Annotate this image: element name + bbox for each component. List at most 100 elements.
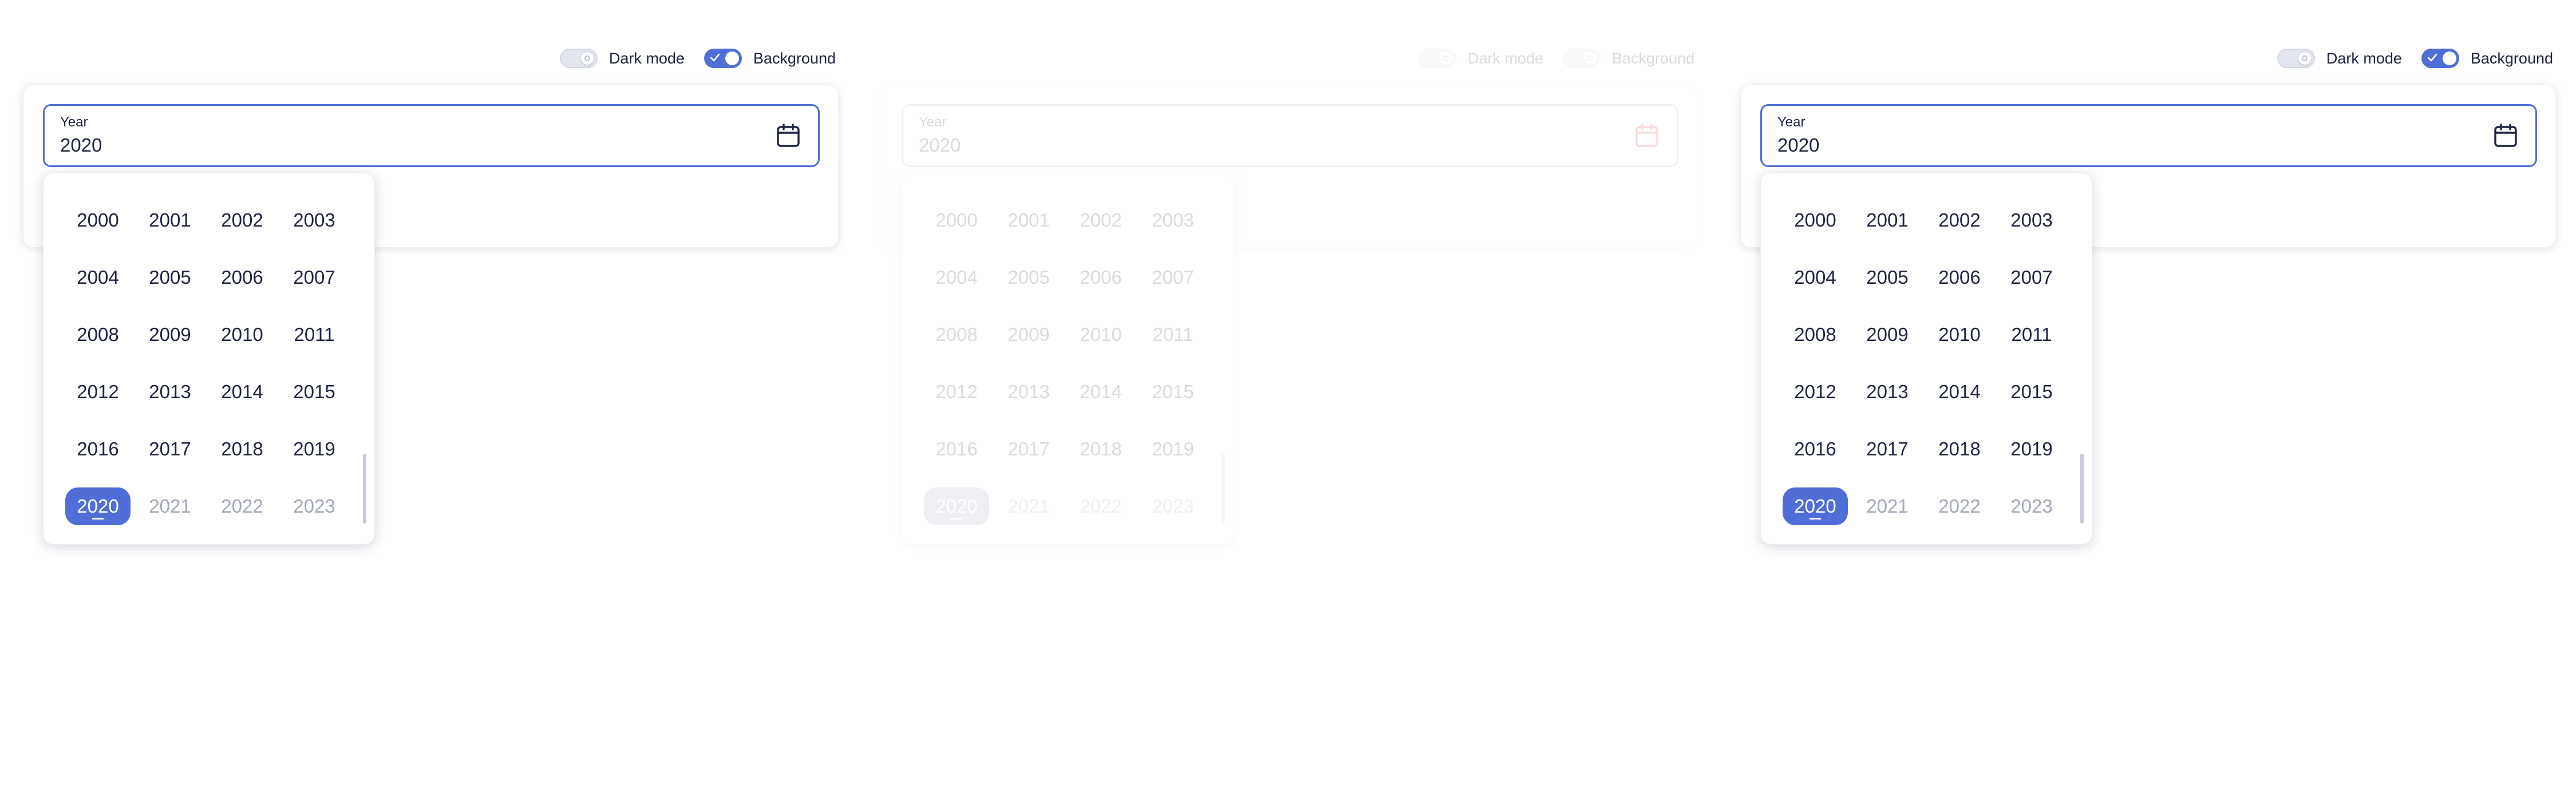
year-option-2017[interactable]: 2017: [1851, 421, 1923, 478]
year-option-2002[interactable]: 2002: [1923, 192, 1996, 249]
year-option-2005[interactable]: 2005: [1851, 249, 1923, 306]
year-option-2019[interactable]: 2019: [1137, 421, 1209, 478]
calendar-icon[interactable]: [2492, 122, 2519, 149]
year-option-label: 2001: [1866, 209, 1909, 231]
year-option-2006[interactable]: 2006: [1065, 249, 1137, 306]
year-option-2013[interactable]: 2013: [134, 363, 206, 421]
year-option-label: 2005: [149, 267, 191, 288]
year-option-2001[interactable]: 2001: [993, 192, 1065, 249]
year-option-2005[interactable]: 2005: [993, 249, 1065, 306]
dropdown-scrollbar[interactable]: [363, 454, 366, 524]
year-option-label: 2011: [1152, 324, 1194, 345]
year-option-2002[interactable]: 2002: [206, 192, 278, 249]
year-option-2011[interactable]: 2011: [278, 306, 350, 363]
dark-mode-switch[interactable]: [559, 49, 598, 68]
year-option-2003[interactable]: 2003: [1996, 192, 2068, 249]
year-option-2014[interactable]: 2014: [1923, 363, 1996, 421]
background-toggle[interactable]: Background: [704, 49, 836, 68]
year-option-2020[interactable]: 2020: [62, 478, 134, 535]
year-option-2018[interactable]: 2018: [1923, 421, 1996, 478]
year-field[interactable]: Year 2020: [902, 104, 1678, 167]
year-option-2023[interactable]: 2023: [278, 478, 350, 535]
year-option-2017[interactable]: 2017: [993, 421, 1065, 478]
dropdown-scrollbar[interactable]: [2080, 454, 2084, 524]
year-option-2013[interactable]: 2013: [993, 363, 1065, 421]
year-option-2016[interactable]: 2016: [62, 421, 134, 478]
year-option-2019[interactable]: 2019: [1996, 421, 2068, 478]
dark-mode-switch[interactable]: [2277, 49, 2315, 68]
year-option-2009[interactable]: 2009: [134, 306, 206, 363]
year-option-2022[interactable]: 2022: [206, 478, 278, 535]
year-option-2017[interactable]: 2017: [134, 421, 206, 478]
year-option-2006[interactable]: 2006: [206, 249, 278, 306]
year-option-2010[interactable]: 2010: [1923, 306, 1996, 363]
year-option-2004[interactable]: 2004: [1779, 249, 1851, 306]
year-option-2003[interactable]: 2003: [278, 192, 350, 249]
year-option-2003[interactable]: 2003: [1137, 192, 1209, 249]
year-option-2023[interactable]: 2023: [1137, 478, 1209, 535]
year-option-2011[interactable]: 2011: [1996, 306, 2068, 363]
year-option-2004[interactable]: 2004: [920, 249, 993, 306]
background-switch[interactable]: [704, 49, 742, 68]
background-switch[interactable]: [1562, 49, 1601, 68]
year-option-2018[interactable]: 2018: [206, 421, 278, 478]
year-option-2021[interactable]: 2021: [1851, 478, 1923, 535]
year-option-label: 2013: [1866, 381, 1909, 402]
year-option-2012[interactable]: 2012: [920, 363, 993, 421]
year-option-2015[interactable]: 2015: [1137, 363, 1209, 421]
dark-mode-switch[interactable]: [1418, 49, 1456, 68]
dark-mode-toggle[interactable]: Dark mode: [1418, 49, 1543, 68]
year-option-2000[interactable]: 2000: [920, 192, 993, 249]
year-option-2022[interactable]: 2022: [1065, 478, 1137, 535]
year-field[interactable]: Year 2020: [43, 104, 820, 167]
year-option-2021[interactable]: 2021: [993, 478, 1065, 535]
year-option-2000[interactable]: 2000: [1779, 192, 1851, 249]
year-option-2020[interactable]: 2020: [1779, 478, 1851, 535]
dark-mode-toggle[interactable]: Dark mode: [559, 49, 685, 68]
background-switch[interactable]: [2421, 49, 2459, 68]
year-field[interactable]: Year 2020: [1760, 104, 2537, 167]
year-option-2015[interactable]: 2015: [1996, 363, 2068, 421]
year-option-2007[interactable]: 2007: [1996, 249, 2068, 306]
year-option-label: 2001: [1008, 209, 1050, 231]
year-option-2007[interactable]: 2007: [1137, 249, 1209, 306]
year-option-2000[interactable]: 2000: [62, 192, 134, 249]
calendar-icon[interactable]: [1633, 122, 1661, 149]
calendar-icon[interactable]: [775, 122, 802, 149]
dropdown-scrollbar[interactable]: [1222, 454, 1225, 524]
year-option-2008[interactable]: 2008: [920, 306, 993, 363]
year-option-2009[interactable]: 2009: [993, 306, 1065, 363]
year-option-2010[interactable]: 2010: [206, 306, 278, 363]
year-option-2008[interactable]: 2008: [1779, 306, 1851, 363]
year-option-2001[interactable]: 2001: [134, 192, 206, 249]
year-option-2010[interactable]: 2010: [1065, 306, 1137, 363]
year-option-2007[interactable]: 2007: [278, 249, 350, 306]
year-option-2012[interactable]: 2012: [62, 363, 134, 421]
year-option-2018[interactable]: 2018: [1065, 421, 1137, 478]
background-toggle[interactable]: Background: [2421, 49, 2553, 68]
year-option-2012[interactable]: 2012: [1779, 363, 1851, 421]
dark-mode-toggle[interactable]: Dark mode: [2277, 49, 2402, 68]
year-option-2016[interactable]: 2016: [920, 421, 993, 478]
year-option-2006[interactable]: 2006: [1923, 249, 1996, 306]
year-grid: 2000 2001 2002 2003 2004 2005 2006 2007 2008 2009…: [920, 192, 1209, 535]
year-option-2011[interactable]: 2011: [1137, 306, 1209, 363]
year-option-2016[interactable]: 2016: [1779, 421, 1851, 478]
year-option-label: 2015: [2010, 381, 2053, 402]
year-option-2023[interactable]: 2023: [1996, 478, 2068, 535]
year-option-2014[interactable]: 2014: [1065, 363, 1137, 421]
year-option-2014[interactable]: 2014: [206, 363, 278, 421]
background-toggle[interactable]: Background: [1562, 49, 1694, 68]
year-option-2021[interactable]: 2021: [134, 478, 206, 535]
year-option-2019[interactable]: 2019: [278, 421, 350, 478]
year-option-2009[interactable]: 2009: [1851, 306, 1923, 363]
year-option-2015[interactable]: 2015: [278, 363, 350, 421]
year-option-2022[interactable]: 2022: [1923, 478, 1996, 535]
year-option-2002[interactable]: 2002: [1065, 192, 1137, 249]
year-option-2008[interactable]: 2008: [62, 306, 134, 363]
year-option-2004[interactable]: 2004: [62, 249, 134, 306]
year-option-2013[interactable]: 2013: [1851, 363, 1923, 421]
year-option-2001[interactable]: 2001: [1851, 192, 1923, 249]
year-option-2020[interactable]: 2020: [920, 478, 993, 535]
year-option-2005[interactable]: 2005: [134, 249, 206, 306]
